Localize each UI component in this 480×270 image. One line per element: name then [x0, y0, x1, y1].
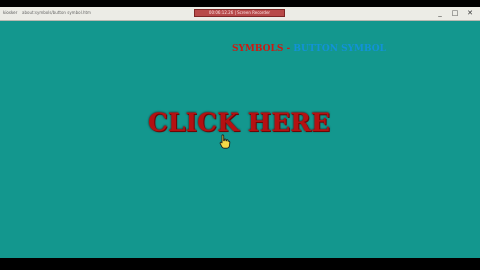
screen: kiosker about:symbols/button symbol.htm … [0, 0, 480, 270]
symbols-label: SYMBOLS [232, 44, 284, 54]
recording-badge: 00:06:12.26 | Screen Recorder [194, 9, 285, 17]
app-name: kiosker [3, 10, 18, 15]
hand-pointer-icon [219, 134, 231, 149]
button-symbol-link[interactable]: BUTTON SYMBOL [293, 44, 386, 54]
header-separator: - [283, 44, 294, 54]
browser-window: kiosker about:symbols/button symbol.htm … [0, 7, 480, 258]
window-controls: _ □ ✕ [435, 9, 475, 17]
close-button[interactable]: ✕ [465, 9, 475, 17]
page-header: SYMBOLS - BUTTON SYMBOL [232, 43, 386, 55]
click-here-link[interactable]: CLICK HERE [148, 108, 330, 138]
minimize-button[interactable]: _ [435, 9, 445, 17]
page-viewport: SYMBOLS - BUTTON SYMBOL CLICK HERE [0, 21, 480, 258]
maximize-button[interactable]: □ [450, 9, 460, 17]
address-bar[interactable]: about:symbols/button symbol.htm [22, 10, 132, 16]
title-bar: kiosker about:symbols/button symbol.htm … [0, 7, 480, 21]
